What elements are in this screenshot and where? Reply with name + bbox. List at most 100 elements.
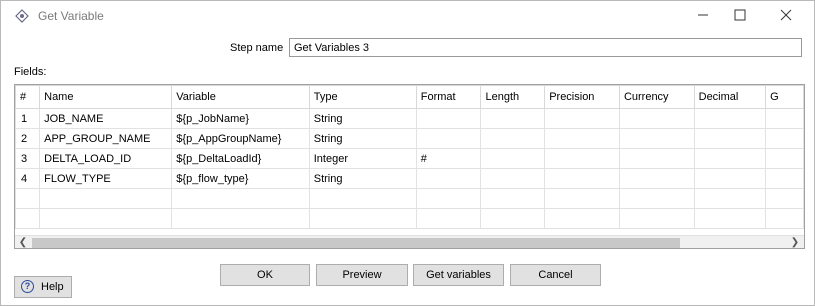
table-cell[interactable] <box>544 108 620 129</box>
get-variables-button[interactable]: Get variables <box>413 264 504 286</box>
scroll-left-icon[interactable]: ❮ <box>16 236 30 248</box>
help-button[interactable]: ? Help <box>14 276 72 298</box>
table-cell[interactable]: FLOW_TYPE <box>39 168 173 189</box>
table-cell[interactable] <box>544 128 620 149</box>
row-number-cell <box>15 208 41 229</box>
table-cell[interactable] <box>618 148 695 169</box>
table-cell[interactable] <box>308 208 417 229</box>
row-number-cell: 1 <box>15 108 41 129</box>
table-cell[interactable]: ${p_JobName} <box>171 108 310 129</box>
column-header-variable[interactable]: Variable <box>171 85 310 109</box>
variable-icon <box>15 9 29 23</box>
cancel-button[interactable]: Cancel <box>510 264 601 286</box>
table-cell[interactable] <box>693 188 767 209</box>
row-number-cell <box>15 188 41 209</box>
fields-label: Fields: <box>14 66 47 78</box>
table-row[interactable] <box>15 208 804 229</box>
table-cell[interactable]: DELTA_LOAD_ID <box>39 148 173 169</box>
column-header-type[interactable]: Type <box>308 85 417 109</box>
table-cell[interactable] <box>693 168 767 189</box>
table-cell[interactable] <box>618 108 695 129</box>
horizontal-scrollbar[interactable]: ❮ ❯ <box>15 235 804 248</box>
table-cell[interactable] <box>765 108 804 129</box>
table-cell[interactable]: Integer <box>308 148 417 169</box>
column-header-format[interactable]: Format <box>415 85 482 109</box>
row-number-header[interactable]: # <box>15 85 41 109</box>
column-header-decimal[interactable]: Decimal <box>693 85 767 109</box>
table-cell[interactable]: # <box>415 148 482 169</box>
help-icon: ? <box>21 280 34 293</box>
title-bar: Get Variable <box>1 1 814 31</box>
table-cell[interactable] <box>693 148 767 169</box>
table-cell[interactable] <box>480 108 546 129</box>
table-cell[interactable] <box>480 128 546 149</box>
window-title: Get Variable <box>38 9 104 23</box>
table-cell[interactable] <box>765 188 804 209</box>
table-cell[interactable] <box>618 128 695 149</box>
fields-grid: # Name Variable Type Format Length Precision Cu… <box>15 85 804 229</box>
table-cell[interactable]: ${p_flow_type} <box>171 168 310 189</box>
table-cell[interactable]: APP_GROUP_NAME <box>39 128 173 149</box>
step-name-label: Step name <box>230 42 284 54</box>
table-cell[interactable] <box>415 108 482 129</box>
table-cell[interactable] <box>693 208 767 229</box>
help-label: Help <box>41 281 64 293</box>
table-cell[interactable] <box>39 188 173 209</box>
table-cell[interactable] <box>480 188 546 209</box>
table-cell[interactable] <box>765 148 804 169</box>
table-cell[interactable] <box>544 188 620 209</box>
table-cell[interactable] <box>171 208 310 229</box>
dialog-window: Get Variable Step name Fields: #NameVari… <box>0 0 815 306</box>
table-cell[interactable] <box>480 148 546 169</box>
table-row[interactable]: 3 DELTA_LOAD_ID ${p_DeltaLoadId} Integer # <box>15 148 804 169</box>
table-cell[interactable] <box>39 208 173 229</box>
table-row[interactable]: 4 FLOW_TYPE ${p_flow_type} String <box>15 168 804 189</box>
minimize-icon[interactable] <box>692 6 714 24</box>
column-header-precision[interactable]: Precision <box>544 85 620 109</box>
table-cell[interactable] <box>544 168 620 189</box>
table-cell[interactable] <box>415 128 482 149</box>
table-cell[interactable] <box>308 188 417 209</box>
close-icon[interactable] <box>775 6 797 24</box>
table-cell[interactable] <box>544 148 620 169</box>
table-cell[interactable] <box>480 168 546 189</box>
table-cell[interactable] <box>765 128 804 149</box>
table-cell[interactable]: ${p_DeltaLoadId} <box>171 148 310 169</box>
column-header-g[interactable]: G <box>765 85 804 109</box>
table-cell[interactable] <box>618 208 695 229</box>
table-cell[interactable]: ${p_AppGroupName} <box>171 128 310 149</box>
column-header-name[interactable]: Name <box>39 85 173 109</box>
table-cell[interactable] <box>415 208 482 229</box>
column-header-currency[interactable]: Currency <box>618 85 695 109</box>
table-cell[interactable]: String <box>308 168 417 189</box>
table-cell[interactable] <box>765 168 804 189</box>
table-cell[interactable] <box>171 188 310 209</box>
ok-button[interactable]: OK <box>220 264 310 286</box>
table-cell[interactable] <box>480 208 546 229</box>
table-cell[interactable] <box>415 188 482 209</box>
row-number-cell: 2 <box>15 128 41 149</box>
row-number-cell: 3 <box>15 148 41 169</box>
table-cell[interactable] <box>693 128 767 149</box>
table-cell[interactable]: String <box>308 108 417 129</box>
scrollbar-thumb[interactable] <box>32 238 680 248</box>
maximize-icon[interactable] <box>729 6 751 24</box>
step-name-input[interactable] <box>289 38 802 57</box>
table-row[interactable] <box>15 188 804 209</box>
table-header-row: # Name Variable Type Format Length Precision Cu… <box>15 85 804 109</box>
table-cell[interactable] <box>618 188 695 209</box>
preview-button[interactable]: Preview <box>316 264 408 286</box>
table-row[interactable]: 1 JOB_NAME ${p_JobName} String <box>15 108 804 129</box>
row-number-cell: 4 <box>15 168 41 189</box>
table-cell[interactable] <box>693 108 767 129</box>
table-cell[interactable] <box>544 208 620 229</box>
table-cell[interactable] <box>618 168 695 189</box>
table-cell[interactable]: String <box>308 128 417 149</box>
table-cell[interactable] <box>415 168 482 189</box>
scroll-right-icon[interactable]: ❯ <box>788 236 802 248</box>
table-cell[interactable] <box>765 208 804 229</box>
fields-table[interactable]: # Name Variable Type Format Length Precision Cu… <box>14 84 805 249</box>
table-cell[interactable]: JOB_NAME <box>39 108 173 129</box>
table-row[interactable]: 2 APP_GROUP_NAME ${p_AppGroupName} String <box>15 128 804 149</box>
column-header-length[interactable]: Length <box>480 85 546 109</box>
